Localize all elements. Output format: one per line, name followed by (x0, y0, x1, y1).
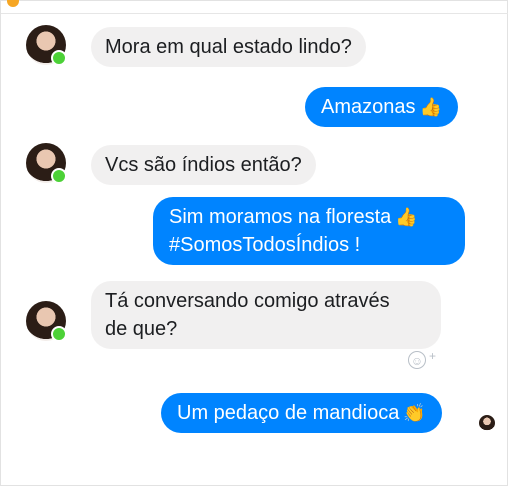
seen-avatar (479, 415, 495, 431)
online-dot (51, 326, 67, 342)
online-dot (51, 168, 67, 184)
clapping-hands-icon: 👏 (403, 403, 426, 423)
incoming-message[interactable]: Tá conversando comigo através de que? (91, 281, 441, 349)
message-text: Mora em qual estado lindo? (105, 36, 352, 58)
message-text: Amazonas (321, 96, 416, 118)
avatar[interactable] (26, 301, 67, 342)
incoming-message[interactable]: Vcs são índios então? (91, 145, 316, 185)
message-text: Sim moramos na floresta (169, 206, 392, 228)
avatar[interactable] (26, 143, 67, 184)
message-text: Um pedaço de mandioca (177, 402, 400, 424)
message-text: Tá conversando comigo através (105, 290, 390, 312)
outgoing-message[interactable]: Amazonas 👍 (305, 87, 458, 127)
status-indicator (7, 0, 19, 7)
online-dot (51, 50, 67, 66)
chat-window: Mora em qual estado lindo? Amazonas 👍 Vcs… (0, 0, 508, 486)
avatar[interactable] (26, 25, 67, 66)
thumbs-up-icon: 👍 (419, 97, 442, 117)
divider (1, 13, 508, 14)
outgoing-message[interactable]: Um pedaço de mandioca 👏 (161, 393, 442, 433)
incoming-message[interactable]: Mora em qual estado lindo? (91, 27, 366, 67)
message-text: #SomosTodosÍndios ! (169, 234, 361, 256)
thumbs-up-icon: 👍 (395, 207, 418, 227)
message-text: de que? (105, 318, 178, 340)
message-text: Vcs são índios então? (105, 154, 302, 176)
smiley-icon[interactable]: ☺ (408, 351, 426, 369)
react-plus-icon[interactable]: + (429, 349, 436, 363)
outgoing-message[interactable]: Sim moramos na floresta 👍 #SomosTodosÍndi… (153, 197, 465, 265)
